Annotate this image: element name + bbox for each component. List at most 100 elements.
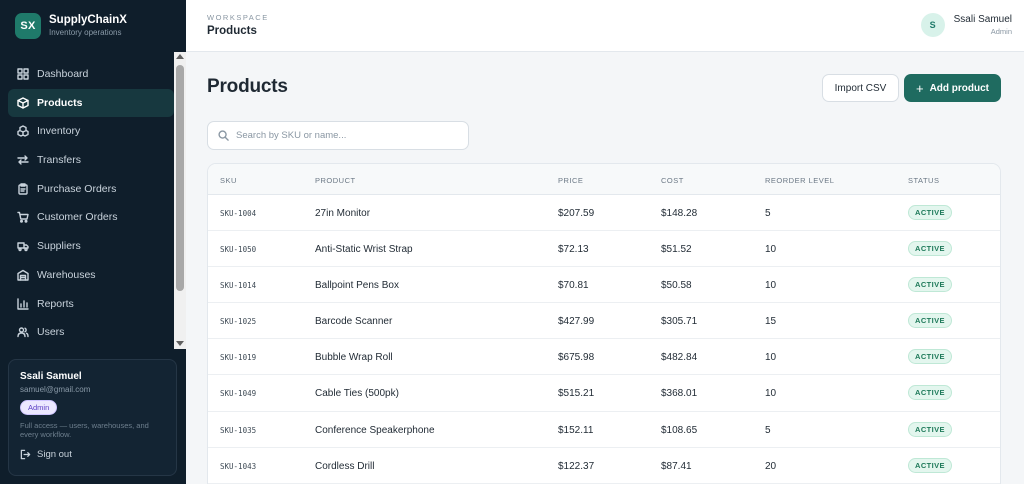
sidebar-scrollbar[interactable]: [174, 52, 186, 349]
table-row[interactable]: SKU-1043 Cordless Drill $122.37 $87.41 2…: [208, 448, 1000, 484]
import-csv-button[interactable]: Import CSV: [822, 74, 899, 102]
brand-name: SupplyChainX: [49, 14, 127, 26]
table-row[interactable]: SKU-1049 Cable Ties (500pk) $515.21 $368…: [208, 375, 1000, 412]
cell-product: Cable Ties (500pk): [315, 388, 399, 400]
cell-price: $675.98: [558, 352, 595, 364]
search-box[interactable]: [207, 121, 469, 150]
sidebar-item-warehouses[interactable]: Warehouses: [8, 261, 174, 289]
transfer-icon: [17, 154, 29, 166]
sidebar-item-reports[interactable]: Reports: [8, 290, 174, 318]
cell-product: Conference Speakerphone: [315, 424, 435, 436]
cell-sku: SKU-1035: [220, 425, 257, 435]
column-header-status[interactable]: STATUS: [908, 176, 939, 185]
table-row[interactable]: SKU-1050 Anti-Static Wrist Strap $72.13 …: [208, 231, 1000, 268]
cell-cost: $148.28: [661, 208, 698, 219]
cell-cost: $87.41: [661, 460, 692, 472]
topbar-user-name: Ssali Samuel: [953, 14, 1012, 25]
products-table: SKU PRODUCT PRICE COST REORDER LEVEL STA…: [207, 163, 1001, 484]
users-icon: [17, 326, 29, 338]
cell-product: 27in Monitor: [315, 208, 371, 219]
cell-product: Ballpoint Pens Box: [315, 280, 399, 292]
status-badge: ACTIVE: [908, 385, 952, 401]
sidebar: SX SupplyChainX Inventory operations Das…: [0, 0, 186, 484]
box-icon: [17, 96, 29, 109]
sign-out-button[interactable]: Sign out: [20, 449, 165, 460]
cell-reorder-level: 5: [765, 208, 771, 219]
cell-cost: $305.71: [661, 316, 698, 328]
cell-price: $72.13: [558, 244, 589, 256]
add-product-button[interactable]: + Add product: [904, 74, 1001, 102]
cell-sku: SKU-1049: [220, 389, 257, 399]
sidebar-item-label: Customer Orders: [37, 211, 118, 224]
sidebar-item-label: Purchase Orders: [37, 182, 117, 195]
column-header-price[interactable]: PRICE: [558, 176, 583, 185]
cell-sku: SKU-1014: [220, 281, 257, 291]
sidebar-item-transfers[interactable]: Transfers: [8, 146, 174, 174]
cell-price: $152.11: [558, 424, 594, 436]
brand[interactable]: SX SupplyChainX Inventory operations: [15, 13, 127, 39]
sidebar-item-label: Transfers: [37, 154, 81, 167]
workspace-eyebrow: WORKSPACE: [207, 13, 269, 22]
clipboard-icon: [17, 183, 29, 195]
cell-sku: SKU-1050: [220, 245, 257, 255]
sidebar-nav: Dashboard Products Inventory Transfers P…: [8, 60, 174, 347]
table-row[interactable]: SKU-1004 27in Monitor $207.59 $148.28 5 …: [208, 195, 1000, 232]
scroll-thumb[interactable]: [176, 65, 184, 291]
sidebar-item-label: Dashboard: [37, 68, 89, 80]
sidebar-item-dashboard[interactable]: Dashboard: [8, 60, 174, 88]
warehouse-icon: [17, 269, 29, 281]
search-input[interactable]: [236, 130, 456, 141]
scroll-up-arrow[interactable]: [176, 54, 184, 59]
table-row[interactable]: SKU-1035 Conference Speakerphone $152.11…: [208, 412, 1000, 448]
topbar: WORKSPACE Products S Ssali Samuel Admin: [186, 0, 1024, 52]
sidebar-item-label: Reports: [37, 297, 74, 310]
user-menu[interactable]: S Ssali Samuel Admin: [920, 13, 1012, 37]
cell-sku: SKU-1025: [220, 317, 257, 327]
column-header-reorder-level[interactable]: REORDER LEVEL: [765, 176, 834, 185]
cell-reorder-level: 15: [765, 316, 777, 328]
table-row[interactable]: SKU-1014 Ballpoint Pens Box $70.81 $50.5…: [208, 267, 1000, 304]
cell-price: $122.37: [558, 460, 595, 472]
user-card-name: Ssali Samuel: [20, 371, 82, 382]
cell-price: $427.99: [558, 316, 595, 328]
sidebar-item-inventory[interactable]: Inventory: [8, 117, 174, 145]
sidebar-item-label: Users: [37, 326, 65, 339]
topbar-user-role: Admin: [990, 27, 1012, 36]
cell-product: Bubble Wrap Roll: [315, 352, 393, 364]
cell-reorder-level: 10: [765, 244, 777, 256]
cell-cost: $108.65: [661, 424, 698, 436]
sidebar-item-users[interactable]: Users: [8, 318, 174, 346]
status-badge: ACTIVE: [908, 205, 952, 220]
role-description: Full access — users, warehouses, and eve…: [20, 421, 149, 439]
sign-out-label: Sign out: [37, 449, 72, 460]
chart-icon: [17, 297, 29, 310]
sidebar-item-label: Suppliers: [37, 240, 81, 253]
cell-cost: $50.58: [661, 280, 692, 292]
scroll-down-arrow[interactable]: [176, 341, 184, 346]
table-row[interactable]: SKU-1025 Barcode Scanner $427.99 $305.71…: [208, 303, 1000, 340]
cell-product: Cordless Drill: [315, 460, 375, 472]
sidebar-item-label: Warehouses: [37, 268, 96, 281]
cell-price: $207.59: [558, 208, 595, 219]
truck-icon: [17, 240, 29, 252]
cell-sku: SKU-1019: [220, 353, 257, 363]
status-badge: ACTIVE: [908, 421, 952, 437]
sidebar-item-purchase-orders[interactable]: Purchase Orders: [8, 175, 174, 203]
column-header-product[interactable]: PRODUCT: [315, 176, 356, 185]
add-product-label: Add product: [929, 82, 990, 94]
sidebar-item-label: Products: [37, 96, 83, 109]
status-badge: ACTIVE: [908, 277, 952, 293]
cell-price: $515.21: [558, 388, 595, 400]
sidebar-item-customer-orders[interactable]: Customer Orders: [8, 203, 174, 231]
column-header-sku[interactable]: SKU: [220, 176, 237, 185]
cell-product: Anti-Static Wrist Strap: [315, 244, 413, 256]
status-badge: ACTIVE: [908, 457, 952, 473]
table-row[interactable]: SKU-1019 Bubble Wrap Roll $675.98 $482.8…: [208, 339, 1000, 376]
sidebar-item-products[interactable]: Products: [8, 88, 174, 117]
column-header-cost[interactable]: COST: [661, 176, 684, 185]
cell-sku: SKU-1004: [220, 209, 257, 218]
sidebar-item-suppliers[interactable]: Suppliers: [8, 232, 174, 260]
cell-cost: $51.52: [661, 244, 692, 256]
cell-cost: $482.84: [661, 352, 698, 364]
cell-reorder-level: 10: [765, 388, 777, 400]
